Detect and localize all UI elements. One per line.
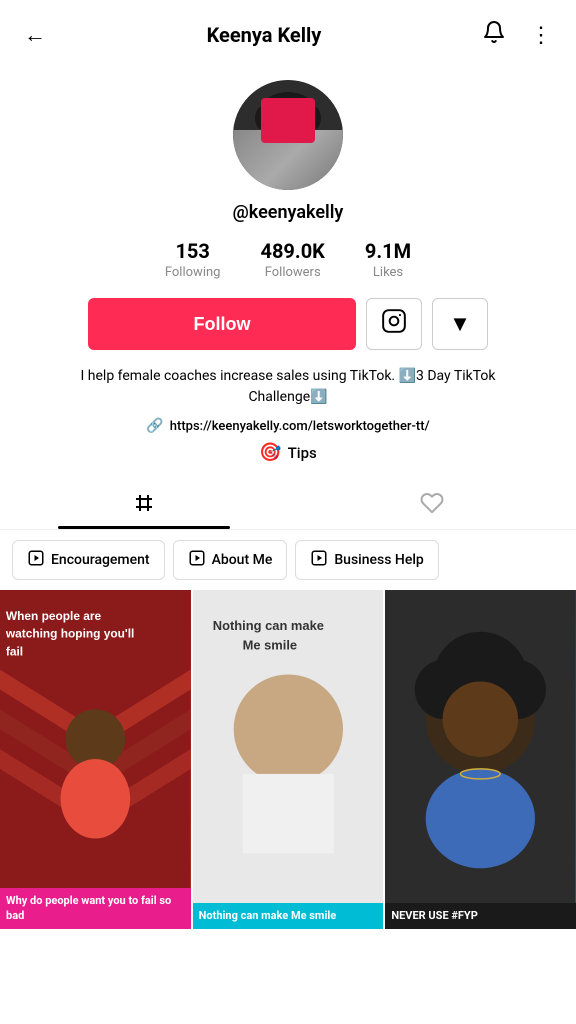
playlist-label-2: Business Help xyxy=(334,552,423,568)
video-thumbnail-2: Nothing can make Me smile xyxy=(193,590,384,929)
video-caption-2: Nothing can make Me smile xyxy=(193,903,384,929)
tab-grid[interactable] xyxy=(0,479,288,529)
video-grid: When people are watching hoping you'll f… xyxy=(0,590,576,929)
following-count: 153 xyxy=(175,239,209,263)
stat-following: 153 Following xyxy=(165,239,221,280)
stat-followers: 489.0K Followers xyxy=(260,239,324,280)
video-cell-3[interactable]: NEVER USE #FYP xyxy=(385,590,576,929)
playlist-business-help[interactable]: Business Help xyxy=(295,540,438,580)
more-options-button[interactable]: ▼ xyxy=(432,298,488,350)
action-row: Follow ▼ xyxy=(88,298,488,350)
video-caption-1: Why do people want you to fail so bad xyxy=(0,888,191,929)
profile-section: @keenyakelly 153 Following 489.0K Follow… xyxy=(0,70,576,479)
following-label: Following xyxy=(165,265,221,280)
heart-outline-icon xyxy=(420,491,444,521)
stats-row: 153 Following 489.0K Followers 9.1M Like… xyxy=(165,239,411,280)
playlist-encouragement[interactable]: Encouragement xyxy=(12,540,165,580)
page-title: Keenya Kelly xyxy=(207,23,322,47)
tips-row[interactable]: 🎯 Tips xyxy=(259,442,317,463)
video-cell-2[interactable]: Nothing can make Me smile Nothing can ma… xyxy=(193,590,384,929)
video-caption-3: NEVER USE #FYP xyxy=(385,903,576,929)
instagram-icon xyxy=(381,308,407,340)
followers-count: 489.0K xyxy=(260,239,324,263)
play-icon-1 xyxy=(188,549,206,571)
notification-button[interactable] xyxy=(478,16,510,54)
playlist-about-me[interactable]: About Me xyxy=(173,540,288,580)
tips-label: Tips xyxy=(288,444,317,462)
link-icon: 🔗 xyxy=(146,418,163,434)
chevron-down-icon: ▼ xyxy=(449,311,471,337)
likes-count: 9.1M xyxy=(365,239,411,263)
svg-text:fail: fail xyxy=(6,645,23,659)
username: @keenyakelly xyxy=(233,202,344,223)
bio-text: I help female coaches increase sales usi… xyxy=(20,366,556,408)
instagram-button[interactable] xyxy=(366,298,422,350)
back-icon: ← xyxy=(24,22,46,48)
playlist-row: Encouragement About Me Business Help xyxy=(0,530,576,590)
playlist-label-0: Encouragement xyxy=(51,552,150,568)
header: ← Keenya Kelly ⋮ xyxy=(0,0,576,70)
svg-text:watching hoping you'll: watching hoping you'll xyxy=(5,627,134,641)
bio-link[interactable]: 🔗 https://keenyakelly.com/letsworktogeth… xyxy=(146,418,429,434)
video-cell-1[interactable]: When people are watching hoping you'll f… xyxy=(0,590,191,929)
video-thumbnail-1: When people are watching hoping you'll f… xyxy=(0,590,191,929)
play-icon-0 xyxy=(27,549,45,571)
grid-icon xyxy=(132,491,156,521)
avatar-image xyxy=(233,80,343,190)
playlist-label-1: About Me xyxy=(212,552,273,568)
followers-label: Followers xyxy=(265,265,321,280)
tips-icon: 🎯 xyxy=(259,442,281,463)
svg-text:Nothing can make: Nothing can make xyxy=(212,618,323,633)
more-button[interactable]: ⋮ xyxy=(526,18,556,52)
back-button[interactable]: ← xyxy=(20,18,50,52)
ellipsis-icon: ⋮ xyxy=(530,22,552,48)
likes-label: Likes xyxy=(373,265,403,280)
svg-text:Me smile: Me smile xyxy=(242,638,297,653)
stat-likes: 9.1M Likes xyxy=(365,239,411,280)
bio-link-text: https://keenyakelly.com/letsworktogether… xyxy=(170,419,430,434)
tabs-row xyxy=(0,479,576,530)
follow-button[interactable]: Follow xyxy=(88,298,356,350)
play-icon-2 xyxy=(310,549,328,571)
svg-text:When people are: When people are xyxy=(6,609,102,623)
bell-icon xyxy=(482,20,506,50)
tab-liked[interactable] xyxy=(288,479,576,529)
avatar-svg xyxy=(233,80,343,190)
header-actions: ⋮ xyxy=(478,16,556,54)
avatar xyxy=(233,80,343,190)
video-thumbnail-3 xyxy=(385,590,576,929)
